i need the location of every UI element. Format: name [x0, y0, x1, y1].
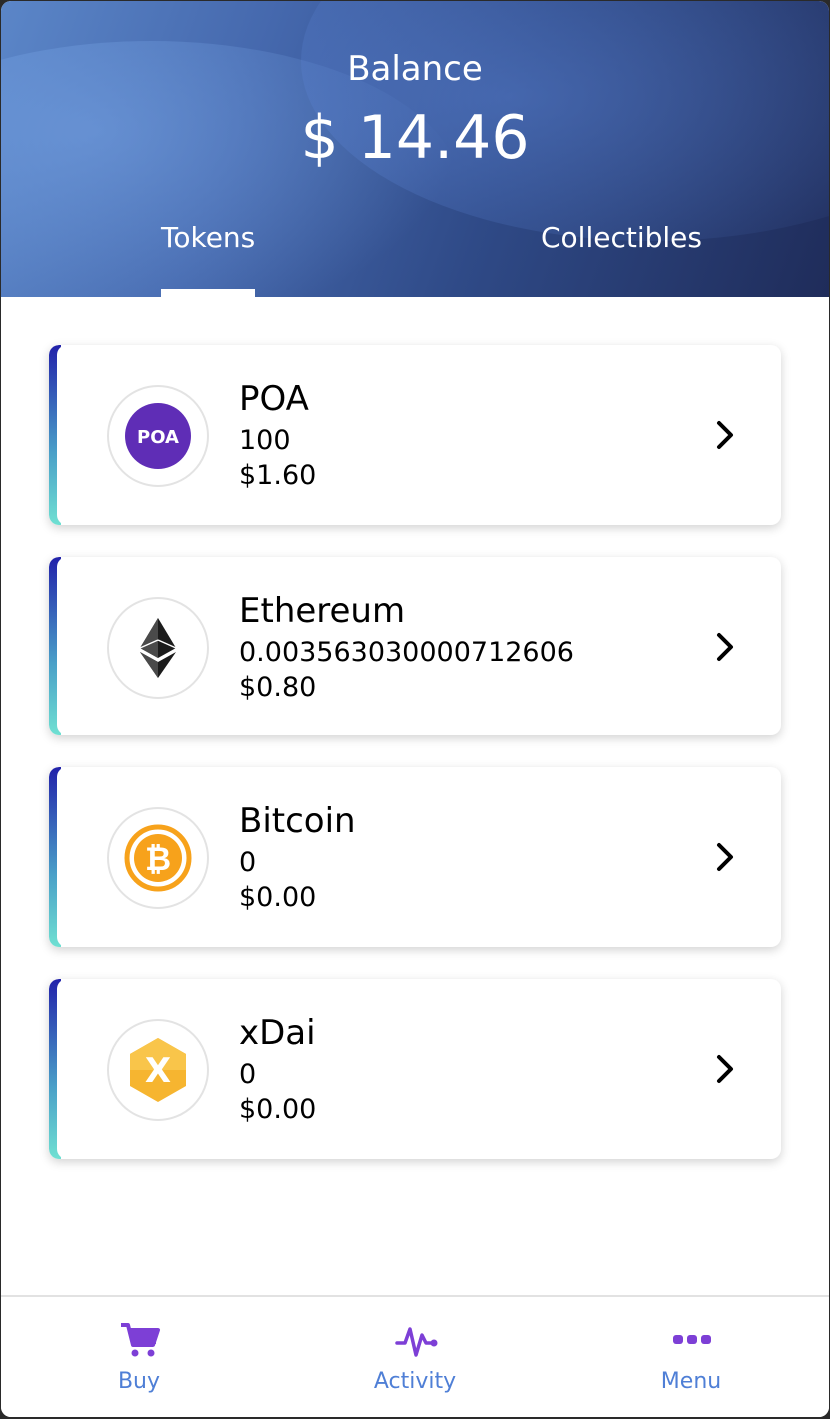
svg-text:₿: ₿: [145, 840, 171, 878]
balance-label: Balance: [347, 49, 483, 89]
token-card-bitcoin[interactable]: ₿ Bitcoin 0 $0.00: [49, 767, 781, 947]
nav-label: Buy: [117, 1369, 161, 1394]
token-fiat-value: $0.80: [239, 672, 317, 703]
token-icon-frame: X: [107, 1019, 209, 1121]
tab-collectibles[interactable]: Collectibles: [541, 221, 702, 254]
menu-dots-icon: [673, 1335, 711, 1344]
nav-label: Menu: [660, 1369, 722, 1394]
token-amount: 0.003563030000712606: [239, 637, 574, 668]
token-fiat-value: $0.00: [239, 882, 317, 913]
nav-activity[interactable]: Activity: [315, 1297, 515, 1417]
nav-buy[interactable]: Buy: [39, 1297, 239, 1417]
token-icon-frame: POA: [107, 385, 209, 487]
token-name: POA: [239, 379, 309, 419]
bitcoin-icon: ₿: [124, 824, 192, 892]
token-name: Ethereum: [239, 591, 406, 631]
activity-icon: [395, 1327, 438, 1357]
poa-icon: POA: [125, 403, 191, 469]
token-fiat-value: $1.60: [239, 460, 317, 491]
chevron-right-icon[interactable]: [715, 419, 737, 451]
balance-value: $ 14.46: [300, 103, 530, 173]
bottom-navigation: Buy Activity Menu: [1, 1295, 829, 1417]
chevron-right-icon[interactable]: [715, 841, 737, 873]
token-card-poa[interactable]: POA POA 100 $1.60: [49, 345, 781, 525]
token-name: xDai: [239, 1013, 316, 1053]
token-name: Bitcoin: [239, 801, 356, 841]
cart-icon: [121, 1323, 160, 1357]
nav-menu[interactable]: Menu: [591, 1297, 791, 1417]
token-card-xdai[interactable]: X xDai 0 $0.00: [49, 979, 781, 1159]
token-card-ethereum[interactable]: Ethereum 0.003563030000712606 $0.80: [49, 557, 781, 735]
token-icon-frame: [107, 597, 209, 699]
token-amount: 100: [239, 425, 291, 456]
token-amount: 0: [239, 847, 257, 878]
wallet-app: Balance $ 14.46 Tokens Collectibles POA …: [1, 1, 829, 1417]
token-amount: 0: [239, 1059, 257, 1090]
ethereum-icon: [139, 618, 177, 678]
tab-tokens[interactable]: Tokens: [161, 221, 255, 254]
balance-header: Balance $ 14.46 Tokens Collectibles: [1, 1, 829, 297]
xdai-icon: X: [130, 1038, 186, 1102]
active-tab-indicator: [161, 289, 255, 297]
token-fiat-value: $0.00: [239, 1094, 317, 1125]
chevron-right-icon[interactable]: [715, 631, 737, 663]
chevron-right-icon[interactable]: [715, 1053, 737, 1085]
token-icon-frame: ₿: [107, 807, 209, 909]
svg-text:POA: POA: [137, 427, 179, 448]
nav-label: Activity: [373, 1369, 457, 1394]
svg-text:X: X: [145, 1051, 171, 1091]
